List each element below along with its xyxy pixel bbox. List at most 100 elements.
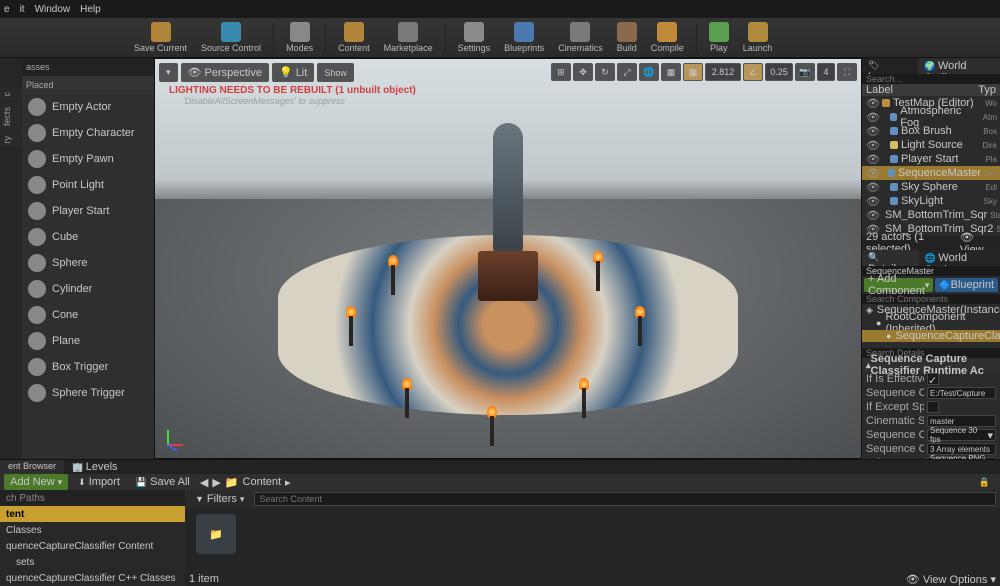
content-search-input[interactable] xyxy=(254,492,996,506)
surface-snap-icon[interactable]: ▦ xyxy=(661,63,681,81)
view-options-dropdown[interactable]: 👁 View Options ▾ xyxy=(906,573,996,586)
place-tab-classes[interactable]: asses xyxy=(22,58,154,76)
actor-sphere-trigger[interactable]: Sphere Trigger xyxy=(22,380,154,406)
modes-side-tabs: c fects ry xyxy=(0,58,22,459)
property-value[interactable]: Sequence PNG Format ▾ xyxy=(927,457,996,459)
tab-world-settings[interactable]: 🌐 World Settin xyxy=(919,250,1000,266)
outliner-row[interactable]: 👁SM_BottomTrim_SqrStat xyxy=(862,208,1000,222)
select-mode-icon[interactable]: ⊞ xyxy=(551,63,571,81)
actor-cylinder[interactable]: Cylinder xyxy=(22,276,154,302)
source-tree-item[interactable]: quenceCaptureClassifier Content xyxy=(0,538,185,554)
tab-world-outliner[interactable]: 🌍 World Outlin xyxy=(918,58,1000,74)
toolbar-source-control[interactable]: Source Control xyxy=(197,19,265,57)
outliner-row[interactable]: 👁Player StartPla xyxy=(862,152,1000,166)
toolbar-blueprints[interactable]: Blueprints xyxy=(500,19,548,57)
path-back-icon[interactable]: ◀ xyxy=(200,476,208,489)
menu-edit[interactable]: it xyxy=(20,4,25,15)
blueprint-button[interactable]: 🔷 Blueprint xyxy=(935,278,998,292)
place-tab-placed[interactable]: Placed xyxy=(22,76,154,94)
tab-levels[interactable]: 🏢 Levels xyxy=(64,460,126,474)
actor-empty-character[interactable]: Empty Character xyxy=(22,120,154,146)
actor-box-trigger[interactable]: Box Trigger xyxy=(22,354,154,380)
filters-dropdown[interactable]: ▼ Filters ▾ xyxy=(189,491,250,507)
show-dropdown[interactable]: Show xyxy=(317,63,354,82)
angle-snap-value[interactable]: 0.25 xyxy=(765,63,793,81)
toolbar-play[interactable]: Play xyxy=(705,19,733,57)
outliner-row[interactable]: 👁SequenceMasterLev xyxy=(862,166,1000,180)
actor-empty-actor[interactable]: Empty Actor xyxy=(22,94,154,120)
actor-cone[interactable]: Cone xyxy=(22,302,154,328)
source-tree-item[interactable]: Classes xyxy=(0,522,185,538)
outliner-row[interactable]: 👁Sky SphereEdi xyxy=(862,180,1000,194)
perspective-dropdown[interactable]: 👁Perspective xyxy=(181,63,269,82)
save-all-button[interactable]: 💾 Save All xyxy=(130,474,196,490)
details-section-header[interactable]: ▴ Sequence Capture Classifier Runtime Ac xyxy=(862,358,1000,372)
add-new-button[interactable]: Add New ▾ xyxy=(4,474,68,490)
path-fwd-icon[interactable]: ▶ xyxy=(212,476,220,489)
menu-window[interactable]: Window xyxy=(35,4,71,15)
mode-tab[interactable]: fects xyxy=(0,103,22,130)
outliner-row[interactable]: 👁Light SourceDire xyxy=(862,138,1000,152)
maximize-viewport-icon[interactable]: ⛶ xyxy=(837,63,857,81)
sources-search[interactable]: ch Paths xyxy=(0,490,185,506)
viewport-scene xyxy=(155,59,861,458)
tab-details[interactable]: 🔍 Details xyxy=(862,250,919,266)
camera-speed-icon[interactable]: 📷 xyxy=(795,63,815,81)
toolbar-content[interactable]: Content xyxy=(334,19,374,57)
scale-mode-icon[interactable]: ⤢ xyxy=(617,63,637,81)
toolbar-modes[interactable]: Modes xyxy=(282,19,317,57)
property-value[interactable]: E:/Test/Capture xyxy=(927,387,996,399)
outliner-row[interactable]: 👁SkyLightSky xyxy=(862,194,1000,208)
outliner-header-type[interactable]: Typ xyxy=(978,84,996,96)
toolbar-cinematics[interactable]: Cinematics xyxy=(554,19,607,57)
asset-folder[interactable]: 📁 xyxy=(191,514,241,566)
actor-empty-pawn[interactable]: Empty Pawn xyxy=(22,146,154,172)
source-tree-item[interactable]: tent xyxy=(0,506,185,522)
coord-space-icon[interactable]: 🌐 xyxy=(639,63,659,81)
viewport-menu[interactable]: ▾ xyxy=(159,63,178,82)
toolbar-save-current[interactable]: Save Current xyxy=(130,19,191,57)
actor-sphere[interactable]: Sphere xyxy=(22,250,154,276)
breadcrumb-content[interactable]: Content xyxy=(243,476,282,488)
lit-dropdown[interactable]: 💡Lit xyxy=(272,63,314,82)
viewport[interactable]: ▾ 👁Perspective 💡Lit Show ⊞ ✥ ↻ ⤢ 🌐 ▦ ▦ 2… xyxy=(154,58,862,459)
import-button[interactable]: ⬇ Import xyxy=(72,474,126,490)
angle-snap-icon[interactable]: ∠ xyxy=(743,63,763,81)
toolbar-compile[interactable]: Compile xyxy=(647,19,688,57)
actor-cube[interactable]: Cube xyxy=(22,224,154,250)
mode-tab[interactable]: ry xyxy=(0,132,22,148)
source-tree-item[interactable]: quenceCaptureClassifier C++ Classes xyxy=(0,570,185,586)
translate-mode-icon[interactable]: ✥ xyxy=(573,63,593,81)
source-tree-item[interactable]: sets xyxy=(0,554,185,570)
actor-plane[interactable]: Plane xyxy=(22,328,154,354)
outliner-row[interactable]: 👁Atmospheric FogAtm xyxy=(862,110,1000,124)
grid-snap-value[interactable]: 2.812 xyxy=(705,63,741,81)
components-search-input[interactable] xyxy=(862,294,1000,304)
checkbox[interactable] xyxy=(927,401,939,413)
add-component-button[interactable]: + Add Component ▾ xyxy=(864,278,933,292)
tab-layers[interactable]: 🏷 Layers xyxy=(862,58,918,74)
breadcrumb-arrow-icon[interactable]: ▸ xyxy=(285,476,291,489)
checkbox[interactable]: ✓ xyxy=(927,373,939,385)
toolbar-marketplace[interactable]: Marketplace xyxy=(380,19,437,57)
actor-player-start[interactable]: Player Start xyxy=(22,198,154,224)
menu-file[interactable]: e xyxy=(4,4,10,15)
property-value[interactable]: Sequence 30 fps ▾ xyxy=(927,429,996,441)
toolbar-launch[interactable]: Launch xyxy=(739,19,777,57)
lock-icon[interactable]: 🔒 xyxy=(973,475,996,490)
toolbar-settings[interactable]: Settings xyxy=(454,19,495,57)
rotate-mode-icon[interactable]: ↻ xyxy=(595,63,615,81)
outliner-search-input[interactable] xyxy=(862,74,1000,84)
tab-content-browser[interactable]: ent Browser xyxy=(0,460,64,474)
component-runtime[interactable]: ● SequenceCaptureClassifierRuntime xyxy=(862,330,1000,342)
outliner-header-label[interactable]: Label xyxy=(866,84,893,96)
menu-help[interactable]: Help xyxy=(80,4,101,15)
toolbar-build[interactable]: Build xyxy=(613,19,641,57)
property-row: Sequence CaptureSequence 30 fps ▾ xyxy=(862,428,1000,442)
menu-bar: e it Window Help xyxy=(0,0,1000,18)
grid-snap-icon[interactable]: ▦ xyxy=(683,63,703,81)
camera-speed-value[interactable]: 4 xyxy=(817,63,835,81)
component-root[interactable]: ● RootComponent (Inherited) xyxy=(862,316,1000,330)
mode-tab[interactable]: c xyxy=(0,88,22,101)
actor-point-light[interactable]: Point Light xyxy=(22,172,154,198)
